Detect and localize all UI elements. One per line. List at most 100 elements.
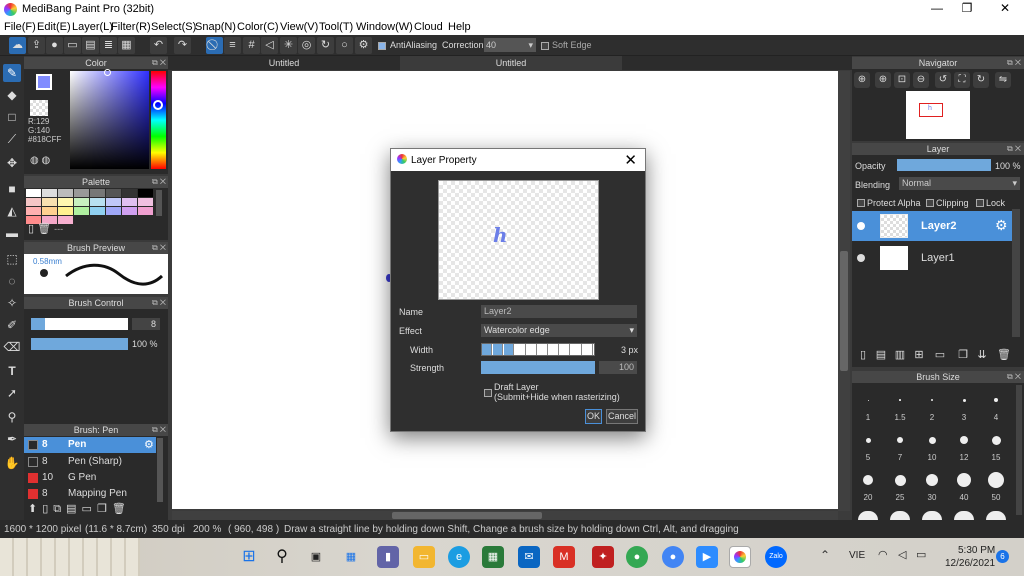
- brush-size-slider[interactable]: [31, 318, 128, 330]
- folder-icon[interactable]: ▭: [932, 347, 948, 363]
- flip-icon[interactable]: ⇋: [995, 72, 1011, 88]
- strength-slider[interactable]: [481, 361, 595, 374]
- hue-slider-handle[interactable]: [153, 100, 163, 110]
- cloud-icon[interactable]: ☁: [9, 37, 26, 54]
- layer-row-layer2[interactable]: Layer2 ⚙: [852, 211, 1012, 241]
- blending-select[interactable]: Normal ▾: [899, 177, 1020, 190]
- new-layer-alt-icon[interactable]: ▤: [873, 347, 889, 363]
- clock-date[interactable]: 12/26/2021: [945, 558, 995, 569]
- select-pen-icon[interactable]: ✐: [3, 316, 21, 334]
- palette-swatch[interactable]: [90, 198, 105, 206]
- soft-edge-checkbox[interactable]: [541, 42, 549, 50]
- zoom-icon[interactable]: ▶: [696, 546, 718, 568]
- panel-close-icon[interactable]: ⧉ ✕: [152, 297, 166, 309]
- chrome-icon[interactable]: ●: [626, 546, 648, 568]
- folder-icon[interactable]: ▭: [82, 503, 97, 515]
- brush-size-dot[interactable]: [865, 437, 871, 443]
- lasso-icon[interactable]: ◌: [3, 272, 21, 290]
- palette-swatch[interactable]: [58, 189, 73, 197]
- snap-off-icon[interactable]: ⃠: [206, 37, 223, 54]
- brush-opacity-slider[interactable]: [31, 338, 128, 350]
- teams-icon[interactable]: ▮: [377, 546, 399, 568]
- grid-snap-icon[interactable]: #: [243, 37, 260, 54]
- brush-size-dot[interactable]: [962, 398, 966, 402]
- palette-swatch[interactable]: [138, 198, 153, 206]
- wifi-icon[interactable]: ◠: [878, 548, 888, 561]
- menu-file[interactable]: File(F): [4, 21, 36, 33]
- palette-swatch[interactable]: [122, 207, 137, 215]
- palette-swatch[interactable]: [42, 189, 57, 197]
- brush-size-dot[interactable]: [931, 399, 933, 401]
- protect-alpha-checkbox[interactable]: [857, 199, 865, 207]
- add-brush-icon[interactable]: ⬆: [28, 503, 42, 515]
- tab-untitled-1[interactable]: Untitled: [168, 56, 400, 70]
- menu-color[interactable]: Color(C): [237, 21, 279, 33]
- tab-untitled-2[interactable]: Untitled: [400, 56, 622, 70]
- brush-size-dot[interactable]: [926, 474, 938, 486]
- brush-size-dot[interactable]: [960, 436, 968, 444]
- chrome-profile-icon[interactable]: ●: [662, 546, 684, 568]
- copy-brush-icon[interactable]: ⧉: [53, 503, 66, 515]
- new-layer-type-icon[interactable]: ▥: [892, 347, 908, 363]
- windows-start-icon[interactable]: ⊞: [238, 546, 260, 568]
- minimize-button[interactable]: —: [922, 1, 952, 15]
- palette-swatch[interactable]: [90, 189, 105, 197]
- bucket-icon[interactable]: ◭: [3, 202, 21, 220]
- menu-select[interactable]: Select(S): [151, 21, 196, 33]
- concentric-snap-icon[interactable]: ◎: [298, 37, 315, 54]
- cancel-button[interactable]: Cancel: [606, 409, 638, 424]
- text-icon[interactable]: T: [3, 362, 21, 380]
- rotate-right-icon[interactable]: ↻: [973, 72, 989, 88]
- duplicate-icon[interactable]: ❐: [97, 503, 112, 515]
- palette-swatch[interactable]: [122, 198, 137, 206]
- snap-settings-icon[interactable]: ⚙: [355, 37, 372, 54]
- clock-time[interactable]: 5:30 PM: [958, 545, 995, 556]
- fullscreen-icon[interactable]: ⛶: [954, 72, 970, 88]
- panel-close-icon[interactable]: ⧉ ✕: [152, 57, 166, 69]
- mail-icon[interactable]: ✉: [518, 546, 540, 568]
- medibang-taskbar-icon[interactable]: [729, 546, 751, 568]
- close-button[interactable]: ✕: [990, 1, 1020, 15]
- palette-swatch[interactable]: [74, 207, 89, 215]
- mcafee-icon[interactable]: M: [553, 546, 575, 568]
- palette-swatches[interactable]: [26, 189, 154, 224]
- delete-palette-icon[interactable]: 🗑: [37, 223, 51, 235]
- panel-close-icon[interactable]: ⧉ ✕: [152, 424, 166, 436]
- search-icon[interactable]: ⚲: [271, 546, 293, 568]
- hand-icon[interactable]: ✋: [3, 454, 21, 472]
- palette-swatch[interactable]: [26, 189, 41, 197]
- circle-snap-icon[interactable]: ○: [336, 37, 353, 54]
- document-icon[interactable]: ▤: [82, 37, 99, 54]
- maximize-button[interactable]: ❐: [952, 1, 982, 15]
- brush-item-g-pen[interactable]: 10 G Pen: [24, 470, 156, 486]
- duplicate-layer-icon[interactable]: ❐: [955, 347, 971, 363]
- trash-icon[interactable]: 🗑: [112, 503, 131, 515]
- brush-size-dot[interactable]: [899, 399, 901, 401]
- horizontal-scrollbar[interactable]: [172, 511, 838, 520]
- menu-view[interactable]: View(V): [280, 21, 318, 33]
- fit-icon[interactable]: ⊡: [894, 72, 910, 88]
- zoom-in-icon[interactable]: ⊕: [854, 72, 870, 88]
- correction-dropdown[interactable]: 40 ▾: [484, 38, 536, 52]
- width-slider[interactable]: [481, 343, 595, 356]
- antialiasing-checkbox[interactable]: [378, 42, 386, 50]
- brush-settings-icon[interactable]: ▤: [66, 503, 81, 515]
- comment-icon[interactable]: ●: [46, 37, 63, 54]
- navigator-thumbnail[interactable]: h: [906, 91, 970, 139]
- layer-row-layer1[interactable]: Layer1: [852, 243, 1012, 273]
- delete-layer-icon[interactable]: 🗑: [996, 347, 1012, 363]
- brush-size-value[interactable]: 8: [132, 318, 160, 330]
- palette-swatch[interactable]: [138, 207, 153, 215]
- brush-size-dot[interactable]: [894, 474, 906, 486]
- widgets-icon[interactable]: ▦: [340, 546, 362, 568]
- palette-scrollbar[interactable]: [156, 190, 162, 216]
- color-wheel-alt-icon[interactable]: ◍: [42, 155, 51, 166]
- rotate-left-icon[interactable]: ↺: [935, 72, 951, 88]
- effect-select[interactable]: Watercolor edge ▾: [481, 324, 637, 337]
- move-icon[interactable]: ✥: [3, 154, 21, 172]
- brush-size-dot[interactable]: [991, 435, 1001, 445]
- dialog-close-icon[interactable]: ✕: [624, 151, 637, 169]
- brush-size-dot[interactable]: [867, 399, 869, 401]
- zalo-icon[interactable]: Zalo: [765, 546, 787, 568]
- merge-layer-icon[interactable]: ⇊: [974, 347, 990, 363]
